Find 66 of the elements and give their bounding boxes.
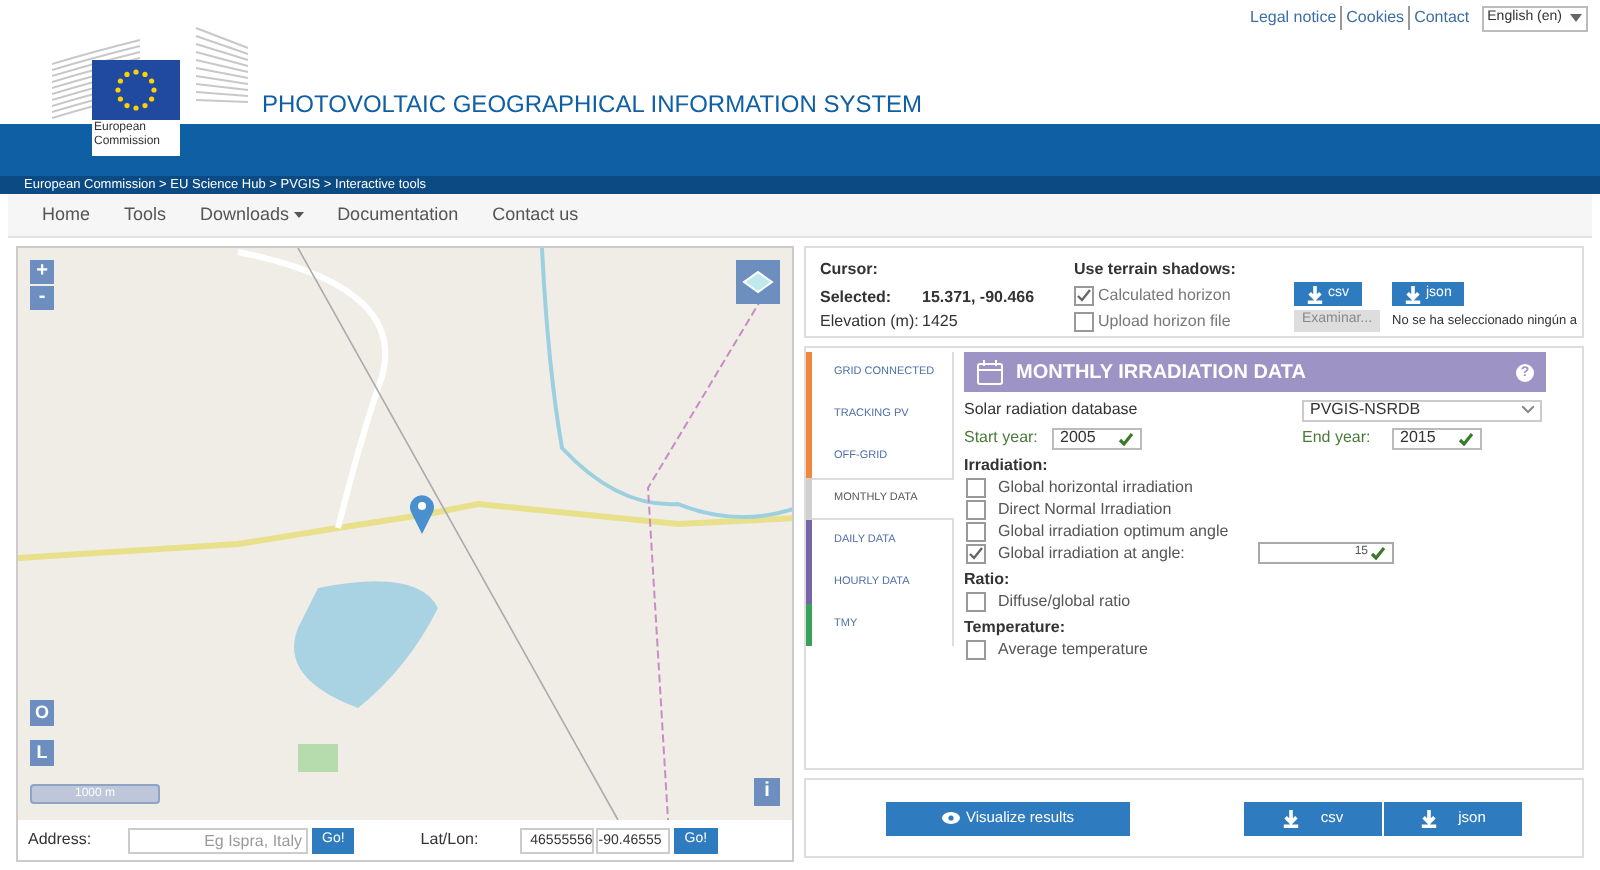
footer-link[interactable]: Legal notice	[1246, 6, 1337, 31]
footer-link[interactable]: Cookies	[1340, 6, 1405, 31]
start-year-field[interactable]: 2005	[1052, 427, 1142, 449]
calendar-icon	[976, 359, 1004, 385]
nav-link[interactable]: Tools	[124, 201, 167, 229]
section-heading: Ratio:	[964, 568, 1012, 590]
panel-title: MONTHLY IRRADIATION DATA	[1016, 359, 1308, 387]
address-label: Address:	[28, 828, 94, 852]
database-label: Solar radiation database	[964, 398, 1140, 422]
nav-link[interactable]: Contact us	[492, 201, 579, 229]
address-field[interactable]: Eg Ispra, Italy	[128, 827, 308, 853]
option-label: Diffuse/global ratio	[998, 589, 1133, 613]
checkbox[interactable]	[966, 521, 986, 541]
download-icon	[1306, 285, 1324, 303]
download-icon	[1282, 809, 1301, 827]
section-heading: Temperature:	[964, 616, 1068, 638]
eye-icon	[941, 812, 960, 824]
site-title: PHOTOVOLTAIC GEOGRAPHICAL INFORMATION SYSTEM	[262, 88, 923, 122]
option-label: Direct Normal Irradiation	[998, 497, 1174, 521]
option-label: Global irradiation optimum angle	[998, 519, 1231, 543]
end-year-field[interactable]: 2015	[1392, 427, 1482, 449]
nav-link[interactable]: Home	[42, 201, 91, 229]
option-label: Average temperature	[998, 637, 1151, 661]
checkbox[interactable]	[966, 639, 986, 659]
shadows-label: Use terrain shadows:	[1074, 258, 1236, 282]
nav-link[interactable]: Documentation	[337, 201, 459, 229]
option-label: Upload horizon file	[1098, 310, 1231, 334]
zoom-out-button[interactable]: -	[30, 286, 54, 310]
nav-link[interactable]: Downloads	[200, 201, 304, 229]
end-year-label: End year:	[1302, 426, 1373, 450]
lake	[294, 581, 438, 708]
checkmark-icon	[1458, 431, 1474, 445]
park	[298, 744, 338, 772]
checkbox[interactable]	[1074, 286, 1094, 306]
checkmark-icon	[1370, 546, 1386, 560]
checkbox[interactable]	[966, 477, 986, 497]
layers-icon	[742, 268, 774, 296]
checkbox[interactable]	[1074, 312, 1094, 332]
checkmark-icon	[1118, 431, 1134, 445]
location-pin-icon	[410, 494, 434, 534]
footer-link[interactable]: Contact	[1408, 6, 1470, 31]
checkbox[interactable]	[966, 499, 986, 519]
start-year-label: Start year:	[964, 426, 1040, 450]
caret-icon	[1522, 406, 1534, 414]
map-mode-button[interactable]: L	[30, 740, 54, 766]
layers-button[interactable]	[736, 260, 780, 304]
section-heading: Irradiation:	[964, 454, 1050, 476]
elevation-label: Elevation (m):	[820, 310, 919, 334]
database-select[interactable]: PVGIS-NSRDB	[1302, 399, 1542, 421]
info-button[interactable]: i	[754, 778, 780, 806]
cursor-label: Cursor:	[820, 258, 878, 282]
download-icon	[1420, 809, 1439, 827]
option-label: Global irradiation at angle:	[998, 541, 1187, 565]
caret-icon	[1570, 14, 1582, 23]
download-icon	[1404, 285, 1422, 303]
elevation-value: 1425	[922, 310, 958, 334]
selected-value: 15.371, -90.466	[922, 286, 1035, 310]
selected-label: Selected:	[820, 286, 892, 310]
option-label: Global horizontal irradiation	[998, 475, 1195, 499]
eu-flag-icon	[92, 60, 180, 120]
map-mode-button[interactable]: O	[30, 700, 54, 726]
zoom-in-button[interactable]: +	[30, 260, 54, 284]
checkbox[interactable]	[966, 591, 986, 611]
checkbox[interactable]	[966, 543, 986, 563]
option-label: Calculated horizon	[1098, 284, 1231, 308]
latlon-label: Lat/Lon:	[420, 828, 481, 852]
